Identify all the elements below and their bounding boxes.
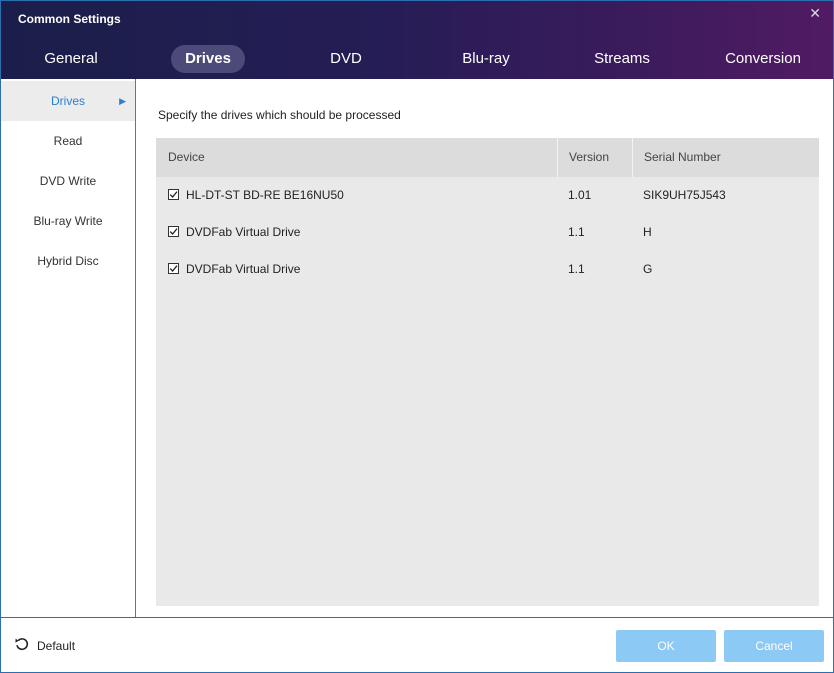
sidebar: Drives ▶ Read DVD Write Blu-ray Write Hy…	[1, 79, 136, 617]
device-name: HL-DT-ST BD-RE BE16NU50	[186, 188, 344, 202]
tab-dvd[interactable]: DVD	[306, 45, 386, 73]
column-header-version[interactable]: Version	[557, 138, 632, 177]
dialog-title: Common Settings	[18, 12, 121, 26]
column-header-device[interactable]: Device	[156, 138, 557, 177]
check-icon	[169, 191, 178, 198]
tab-streams[interactable]: Streams	[577, 45, 667, 73]
sidebar-item-label: Hybrid Disc	[37, 254, 99, 268]
sidebar-item-read[interactable]: Read	[1, 121, 135, 161]
reset-icon	[14, 636, 30, 658]
chevron-right-icon: ▶	[119, 96, 126, 106]
table-header: Device Version Serial Number	[156, 138, 819, 177]
device-checkbox[interactable]	[168, 263, 179, 274]
tab-general[interactable]: General	[22, 45, 120, 73]
default-button[interactable]: Default	[14, 636, 75, 656]
table-row[interactable]: DVDFab Virtual Drive 1.1 H	[156, 214, 819, 251]
column-header-serial-number[interactable]: Serial Number	[632, 138, 819, 177]
tab-blu-ray[interactable]: Blu-ray	[441, 45, 531, 73]
main-panel: Specify the drives which should be proce…	[136, 79, 833, 617]
sidebar-item-label: Blu-ray Write	[33, 214, 103, 228]
check-icon	[169, 265, 178, 272]
drives-table: Device Version Serial Number HL-DT-ST BD…	[156, 138, 819, 606]
cancel-button[interactable]: Cancel	[724, 630, 824, 662]
device-name: DVDFab Virtual Drive	[186, 262, 301, 276]
device-version: 1.1	[568, 262, 585, 276]
ok-button[interactable]: OK	[616, 630, 716, 662]
tab-drives[interactable]: Drives	[171, 45, 245, 73]
sidebar-item-drives[interactable]: Drives ▶	[1, 81, 135, 121]
sidebar-item-label: Drives	[50, 94, 85, 108]
device-serial: G	[643, 262, 653, 276]
dialog-header: Common Settings ✕ General Drives DVD Blu…	[1, 1, 833, 79]
tab-conversion[interactable]: Conversion	[713, 45, 813, 73]
default-label: Default	[37, 639, 76, 654]
sidebar-item-hybrid-disc[interactable]: Hybrid Disc	[1, 241, 135, 281]
top-tab-bar: General Drives DVD Blu-ray Streams Conve…	[1, 45, 833, 75]
device-checkbox[interactable]	[168, 189, 179, 200]
sidebar-item-label: DVD Write	[39, 174, 97, 188]
table-row[interactable]: HL-DT-ST BD-RE BE16NU50 1.01 SIK9UH75J54…	[156, 177, 819, 214]
device-checkbox[interactable]	[168, 226, 179, 237]
device-version: 1.1	[568, 225, 585, 239]
device-serial: H	[643, 225, 652, 239]
device-serial: SIK9UH75J543	[643, 188, 726, 202]
instruction-text: Specify the drives which should be proce…	[158, 108, 401, 122]
close-icon[interactable]: ✕	[809, 6, 821, 22]
device-version: 1.01	[568, 188, 592, 202]
sidebar-item-blu-ray-write[interactable]: Blu-ray Write	[1, 201, 135, 241]
device-name: DVDFab Virtual Drive	[186, 225, 301, 239]
sidebar-item-label: Read	[53, 134, 83, 148]
dialog-footer: Default OK Cancel	[1, 617, 833, 672]
check-icon	[169, 228, 178, 235]
settings-dialog: Common Settings ✕ General Drives DVD Blu…	[0, 0, 834, 673]
sidebar-item-dvd-write[interactable]: DVD Write	[1, 161, 135, 201]
table-row[interactable]: DVDFab Virtual Drive 1.1 G	[156, 251, 819, 288]
